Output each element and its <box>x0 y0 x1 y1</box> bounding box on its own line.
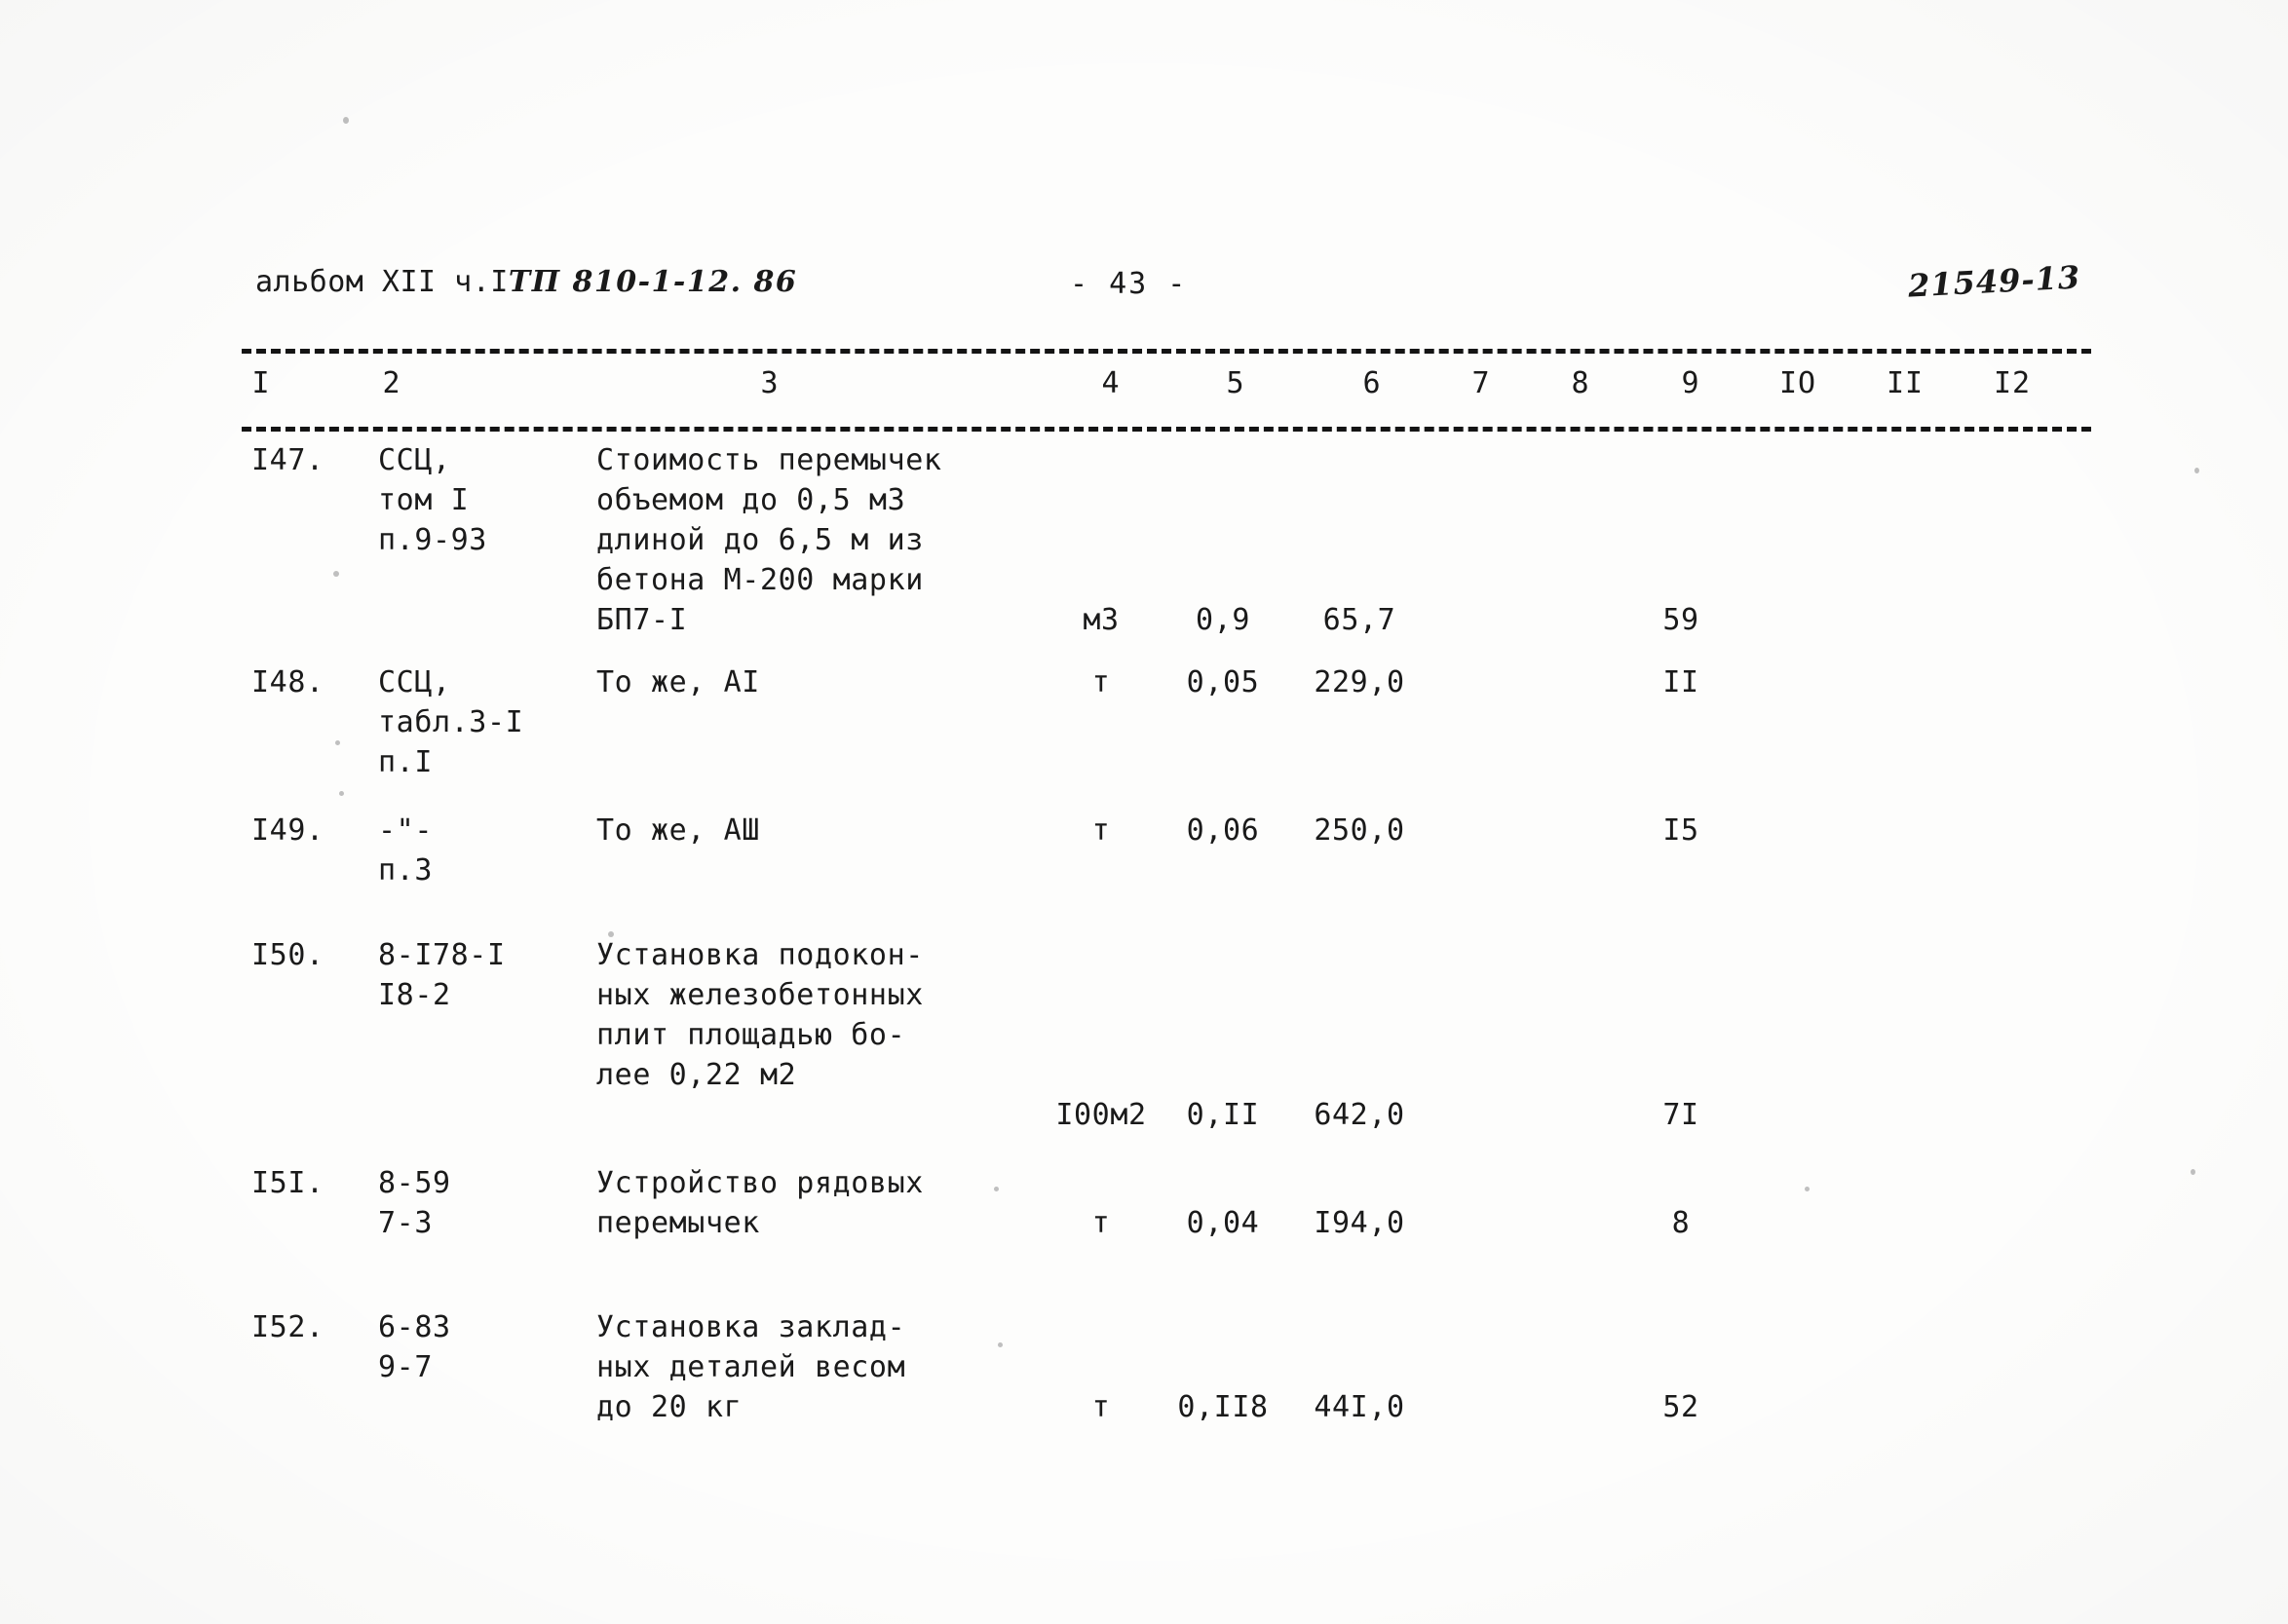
scan-speckle <box>333 571 339 577</box>
cell-c9-row-6: 52 <box>1662 1390 1699 1424</box>
cell-c6-row-1: 65,7 <box>1322 603 1396 637</box>
column-header-2: 2 <box>382 366 401 400</box>
cell-c4-row-3: т <box>1091 813 1111 848</box>
cell-c2-row-3: -"- п.3 <box>378 813 433 888</box>
cell-c3-row-3: То же, АШ <box>596 813 760 848</box>
cell-c2-row-4: 8-I78-I I8-2 <box>378 938 506 1012</box>
cell-c1-row-6: I52. <box>251 1310 324 1344</box>
column-header-5: 5 <box>1226 366 1245 400</box>
column-header-11: II <box>1886 366 1925 400</box>
cell-c4-row-6: т <box>1091 1390 1111 1424</box>
column-header-6: 6 <box>1362 366 1382 400</box>
cell-c1-row-2: I48. <box>251 665 324 699</box>
scan-speckle <box>2194 468 2199 473</box>
scan-speckle <box>2191 1169 2195 1175</box>
cell-c3-row-4: Установка подокон- ных железобетонных пл… <box>596 938 924 1092</box>
table-top-rule <box>242 349 2091 354</box>
scan-speckle <box>339 791 344 796</box>
cell-c2-row-2: ССЦ, табл.3-I п.I <box>378 665 524 779</box>
cell-c9-row-4: 7I <box>1662 1098 1699 1132</box>
table-body: I47. ССЦ, том I п.9-93 Стоимость перемычек… <box>0 440 2288 1624</box>
cell-c3-row-2: То же, АI <box>596 665 760 699</box>
cell-c9-row-2: II <box>1662 665 1699 699</box>
archive-stamp: 21549-13 <box>1907 258 2082 305</box>
column-header-12: I2 <box>1993 366 2032 400</box>
cell-c1-row-1: I47. <box>251 443 324 477</box>
album-label: альбом XII ч.IТП 810-1-12. 86 <box>255 265 797 299</box>
cell-c6-row-4: 642,0 <box>1314 1098 1405 1132</box>
cell-c9-row-5: 8 <box>1671 1206 1691 1240</box>
document-header: альбом XII ч.IТП 810-1-12. 86 - 43 - 215… <box>0 258 2288 320</box>
column-header-8: 8 <box>1571 366 1590 400</box>
table-header-bottom-rule <box>242 427 2091 432</box>
cell-c9-row-3: I5 <box>1662 813 1699 848</box>
cell-c6-row-6: 44I,0 <box>1314 1390 1405 1424</box>
cell-c5-row-3: 0,06 <box>1186 813 1260 848</box>
cell-c1-row-3: I49. <box>251 813 324 848</box>
column-header-3: 3 <box>760 366 780 400</box>
cell-c3-row-5: Устройство рядовых перемычек <box>596 1166 924 1240</box>
cell-c2-row-1: ССЦ, том I п.9-93 <box>378 443 487 557</box>
cell-c5-row-2: 0,05 <box>1186 665 1260 699</box>
page-number: - 43 - <box>1070 267 1188 301</box>
scan-speckle <box>608 931 614 937</box>
cell-c1-row-5: I5I. <box>251 1166 324 1200</box>
cell-c4-row-5: т <box>1091 1206 1111 1240</box>
scan-speckle <box>335 740 340 745</box>
cell-c4-row-2: т <box>1091 665 1111 699</box>
column-header-10: IO <box>1778 366 1817 400</box>
cell-c5-row-1: 0,9 <box>1196 603 1250 637</box>
cell-c2-row-5: 8-59 7-3 <box>378 1166 451 1240</box>
column-header-9: 9 <box>1681 366 1700 400</box>
cell-c4-row-1: м3 <box>1083 603 1120 637</box>
cell-c6-row-5: I94,0 <box>1314 1206 1405 1240</box>
column-header-1: I <box>251 366 271 400</box>
album-label-text: альбом XII ч.I <box>255 265 509 299</box>
cell-c5-row-4: 0,II <box>1186 1098 1260 1132</box>
cell-c5-row-5: 0,04 <box>1186 1206 1260 1240</box>
scan-speckle <box>1805 1187 1810 1191</box>
cell-c2-row-6: 6-83 9-7 <box>378 1310 451 1384</box>
column-header-4: 4 <box>1101 366 1121 400</box>
cell-c3-row-1: Стоимость перемычек объемом до 0,5 м3 дл… <box>596 443 942 637</box>
cell-c1-row-4: I50. <box>251 938 324 972</box>
cell-c4-row-4: I00м2 <box>1055 1098 1147 1132</box>
cell-c5-row-6: 0,II8 <box>1177 1390 1269 1424</box>
scanned-page: альбом XII ч.IТП 810-1-12. 86 - 43 - 215… <box>0 0 2288 1624</box>
cell-c3-row-6: Установка заклад- ных деталей весом до 2… <box>596 1310 906 1424</box>
column-header-7: 7 <box>1471 366 1491 400</box>
cell-c6-row-2: 229,0 <box>1314 665 1405 699</box>
scan-speckle <box>998 1342 1003 1347</box>
scan-speckle <box>343 117 349 124</box>
table-column-header-row: I 2 3 4 5 6 7 8 9 IO II I2 <box>0 366 2288 413</box>
cell-c9-row-1: 59 <box>1662 603 1699 637</box>
scan-speckle <box>994 1187 999 1191</box>
project-code-handwritten: ТП 810-1-12. 86 <box>508 265 798 299</box>
cell-c6-row-3: 250,0 <box>1314 813 1405 848</box>
